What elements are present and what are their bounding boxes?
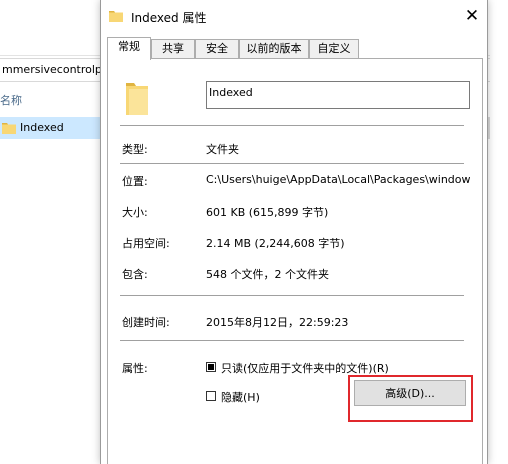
size-label: 大小: (122, 206, 148, 219)
folder-name-input[interactable] (206, 81, 470, 109)
readonly-checkbox[interactable] (206, 362, 216, 372)
contains-value: 548 个文件，2 个文件夹 (206, 268, 329, 281)
separator (120, 295, 464, 296)
close-icon[interactable]: ✕ (457, 2, 487, 30)
folder-icon (109, 11, 123, 22)
location-value[interactable]: C:\Users\huige\AppData\Local\Packages\wi… (206, 173, 474, 186)
location-label: 位置: (122, 175, 148, 188)
separator (120, 125, 464, 126)
created-label: 创建时间: (122, 316, 170, 329)
column-header-name[interactable]: 名称 (0, 92, 22, 108)
tab-security[interactable]: 安全 (195, 39, 239, 59)
dialog-title: Indexed 属性 (131, 11, 207, 25)
hidden-checkbox-label[interactable]: 隐藏(H) (221, 389, 260, 405)
readonly-checkbox-label[interactable]: 只读(仅应用于文件夹中的文件)(R) (221, 360, 389, 376)
file-list-item-label: Indexed (20, 121, 64, 134)
disk-size-label: 占用空间: (122, 237, 170, 250)
attributes-label: 属性: (122, 362, 148, 375)
contains-label: 包含: (122, 268, 148, 281)
folder-icon (126, 83, 148, 115)
tab-strip: 常规 共享 安全 以前的版本 自定义 (107, 37, 483, 60)
tab-customize[interactable]: 自定义 (309, 39, 359, 59)
type-label: 类型: (122, 143, 148, 156)
created-value: 2015年8月12日，22:59:23 (206, 316, 349, 329)
hidden-checkbox[interactable] (206, 391, 216, 401)
separator (120, 340, 464, 341)
separator (120, 163, 464, 164)
explorer-scrollbar[interactable] (490, 0, 508, 464)
properties-dialog: Indexed 属性 ✕ 常规 共享 安全 以前的版本 自定义 类型: 文件夹 … (100, 0, 488, 464)
dialog-titlebar[interactable]: Indexed 属性 ✕ (101, 0, 487, 32)
general-tab-panel: 类型: 文件夹 位置: C:\Users\huige\AppData\Local… (107, 58, 483, 464)
advanced-button[interactable]: 高级(D)... (354, 380, 466, 406)
tab-previous-versions[interactable]: 以前的版本 (239, 39, 309, 59)
size-value: 601 KB (615,899 字节) (206, 206, 329, 219)
tab-general[interactable]: 常规 (107, 37, 151, 60)
folder-icon (2, 123, 16, 134)
explorer-address-bar[interactable]: mmersivecontrolpa (0, 58, 104, 82)
tab-sharing[interactable]: 共享 (151, 39, 195, 59)
type-value: 文件夹 (206, 143, 239, 156)
disk-size-value: 2.14 MB (2,244,608 字节) (206, 237, 345, 250)
